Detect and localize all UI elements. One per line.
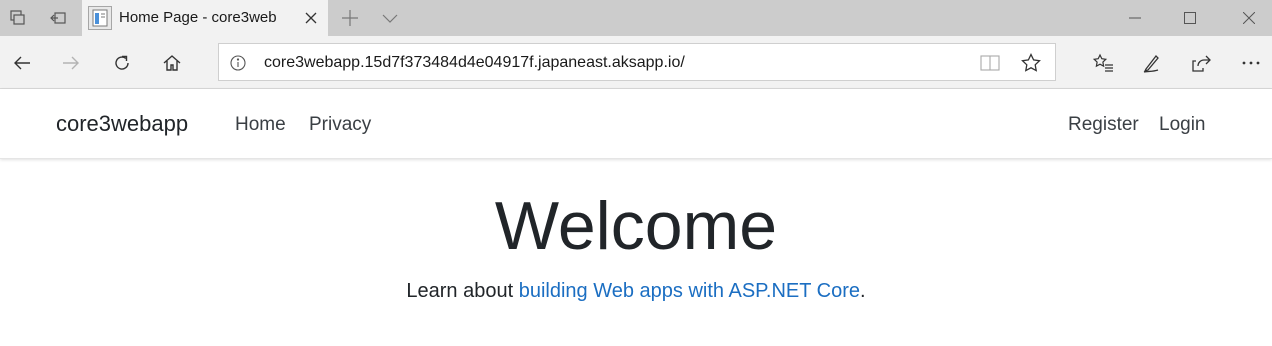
arrow-right-icon[interactable] xyxy=(55,47,87,79)
lead-suffix-text: . xyxy=(860,280,866,302)
nav-privacy-link[interactable]: Privacy xyxy=(309,114,371,136)
login-link[interactable]: Login xyxy=(1159,114,1206,136)
close-tab-icon[interactable] xyxy=(302,9,320,27)
minimize-button[interactable] xyxy=(1112,0,1158,36)
favorites-list-icon[interactable] xyxy=(1087,47,1119,79)
tab-strip: Home Page - core3web xyxy=(0,0,1272,36)
aspnet-docs-link[interactable]: building Web apps with ASP.NET Core xyxy=(519,280,860,302)
maximize-button[interactable] xyxy=(1167,0,1213,36)
info-icon[interactable] xyxy=(229,54,247,72)
share-icon[interactable] xyxy=(1185,47,1217,79)
register-link[interactable]: Register xyxy=(1068,114,1139,136)
active-tab[interactable]: Home Page - core3web xyxy=(82,0,328,36)
browser-toolbar: core3webapp.15d7f373484d4e04917f.japanea… xyxy=(0,36,1272,89)
address-bar[interactable]: core3webapp.15d7f373484d4e04917f.japanea… xyxy=(218,43,1056,81)
pen-icon[interactable] xyxy=(1136,47,1168,79)
home-icon[interactable] xyxy=(156,47,188,79)
lead-paragraph: Learn about building Web apps with ASP.N… xyxy=(0,280,1272,303)
book-icon[interactable] xyxy=(979,52,1001,74)
star-icon[interactable] xyxy=(1020,52,1042,74)
welcome-heading: Welcome xyxy=(494,188,778,264)
site-navbar: core3webapp Home Privacy Register Login xyxy=(0,89,1272,159)
refresh-icon[interactable] xyxy=(106,47,138,79)
url-text[interactable]: core3webapp.15d7f373484d4e04917f.japanea… xyxy=(264,54,685,72)
tab-title: Home Page - core3web xyxy=(119,9,277,26)
arrow-left-icon[interactable] xyxy=(6,47,38,79)
tabs-aside-icon[interactable] xyxy=(6,6,30,30)
ellipsis-icon[interactable] xyxy=(1235,47,1267,79)
nav-home-link[interactable]: Home xyxy=(235,114,286,136)
lead-prefix-text: Learn about xyxy=(406,280,519,302)
set-aside-icon[interactable] xyxy=(46,6,70,30)
plus-icon[interactable] xyxy=(338,6,362,30)
site-brand-link[interactable]: core3webapp xyxy=(56,111,188,137)
chevron-down-icon[interactable] xyxy=(378,6,402,30)
page-favicon-icon xyxy=(88,6,112,30)
close-window-button[interactable] xyxy=(1226,0,1272,36)
